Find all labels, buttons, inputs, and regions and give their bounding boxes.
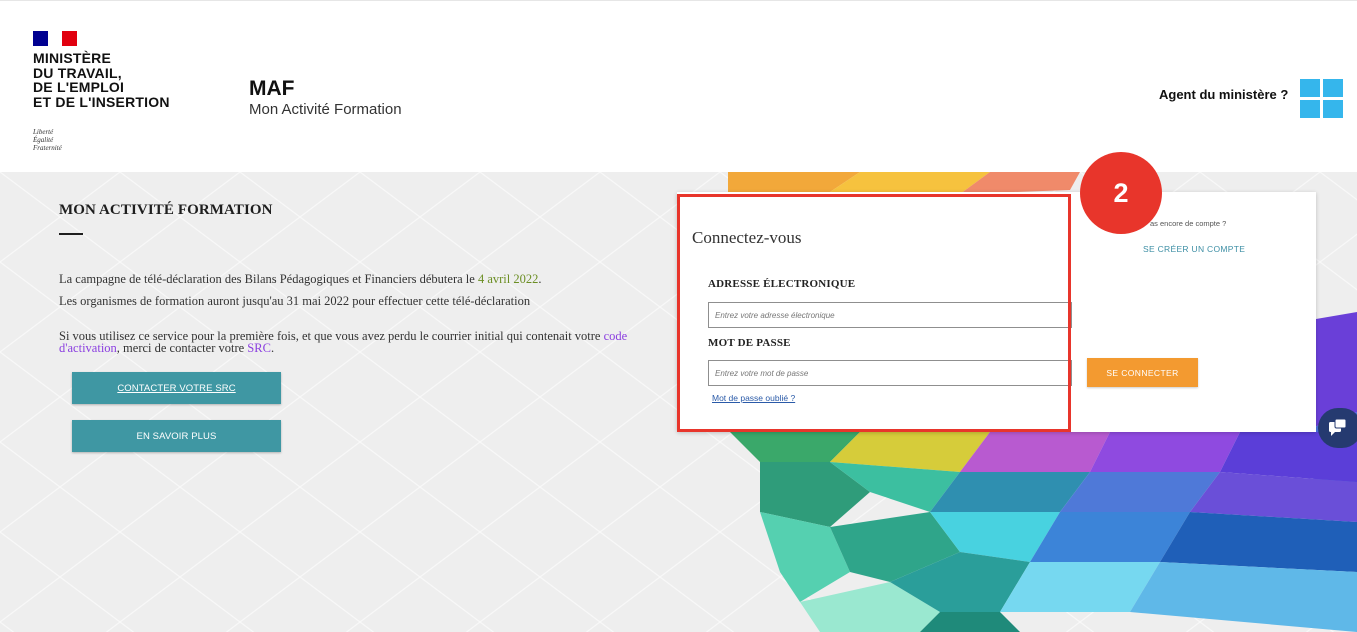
forgot-password-link[interactable]: Mot de passe oublié ? [712,393,795,403]
section-title: MON ACTIVITÉ FORMATION [59,202,273,218]
src-link[interactable]: SRC [247,341,271,355]
login-card: Connectez-vous ADRESSE ÉLECTRONIQUE MOT … [677,192,1316,432]
main-content: MON ACTIVITÉ FORMATION La campagne de té… [0,172,1357,632]
campaign-end: . [538,272,542,286]
chat-widget-icon[interactable] [1318,408,1357,448]
no-account-text: as encore de compte ? [1150,219,1227,228]
contact-text: , merci de contacter votre [116,341,245,355]
password-label: MOT DE PASSE [708,337,791,349]
annotation-step-badge: 2 [1080,152,1162,234]
login-button[interactable]: SE CONNECTER [1087,358,1198,387]
agent-login-link[interactable]: Agent du ministère ? [1159,87,1288,102]
windows-icon[interactable] [1300,79,1344,119]
ministry-name: MINISTÈRE DU TRAVAIL, DE L'EMPLOI ET DE … [33,50,170,110]
learn-more-button[interactable]: EN SAVOIR PLUS [72,420,281,452]
site-header: MINISTÈRE DU TRAVAIL, DE L'EMPLOI ET DE … [0,0,1357,172]
email-input[interactable] [708,302,1072,328]
republic-devise: Liberté Égalité Fraternité [33,128,62,152]
app-title[interactable]: MAF [249,77,295,101]
password-input[interactable] [708,360,1072,386]
final-dot: . [270,341,275,355]
intro-section: MON ACTIVITÉ FORMATION La campagne de té… [59,202,627,452]
app-subtitle: Mon Activité Formation [249,101,402,118]
campaign-paragraph: La campagne de télé-déclaration des Bila… [59,268,699,312]
login-title: Connectez-vous [692,228,802,247]
french-flag-icon [33,31,78,46]
contact-src-button[interactable]: CONTACTER VOTRE SRC [72,372,281,404]
deadline-text: Les organismes de formation auront jusqu… [59,294,531,308]
chat-bubble-icon [1329,418,1347,436]
title-underline [59,233,83,235]
campaign-text: La campagne de télé-déclaration des Bila… [59,272,475,286]
marianne-logo [33,31,78,46]
email-label: ADRESSE ÉLECTRONIQUE [708,278,856,290]
campaign-date: 4 avril 2022 [477,272,539,286]
create-account-link[interactable]: SE CRÉER UN COMPTE [1143,244,1245,254]
first-time-paragraph: Si vous utilisez ce service pour la prem… [59,330,679,355]
